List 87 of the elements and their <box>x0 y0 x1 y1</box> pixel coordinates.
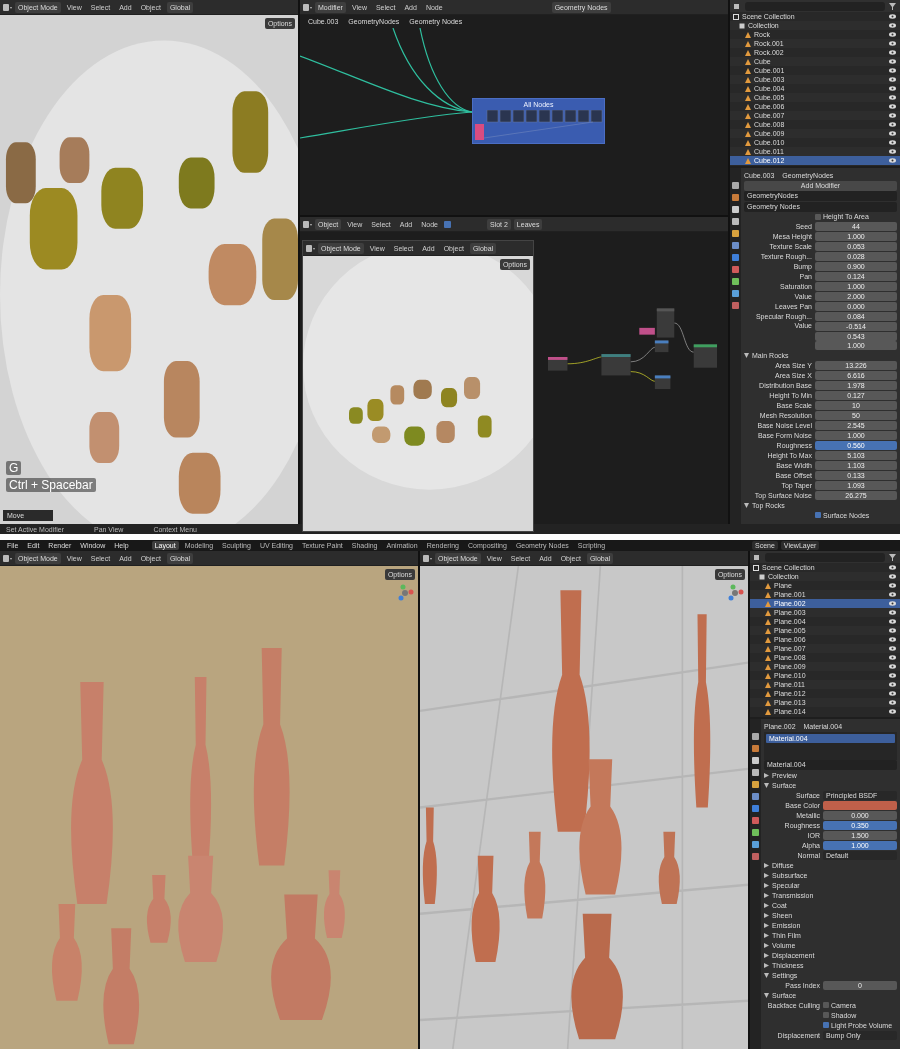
editor-type-icon[interactable] <box>303 3 312 11</box>
disclosure-arrow-icon[interactable] <box>764 872 769 878</box>
disclosure-arrow-icon[interactable] <box>764 922 769 928</box>
eye-icon[interactable] <box>889 95 896 100</box>
eye-icon[interactable] <box>889 583 896 588</box>
display-mode-icon[interactable] <box>754 553 761 561</box>
eye-icon[interactable] <box>889 628 896 633</box>
eye-icon[interactable] <box>889 691 896 696</box>
eye-icon[interactable] <box>889 86 896 91</box>
disclosure-arrow-icon[interactable] <box>764 952 769 958</box>
eye-icon[interactable] <box>889 709 896 714</box>
eye-icon[interactable] <box>889 104 896 109</box>
eye-icon[interactable] <box>889 601 896 606</box>
eye-icon[interactable] <box>889 122 896 127</box>
node-link <box>630 346 656 363</box>
editor-type-icon[interactable] <box>423 554 432 562</box>
eye-icon[interactable] <box>889 682 896 687</box>
shader-node[interactable] <box>654 340 669 353</box>
color-swatch[interactable] <box>823 800 897 810</box>
disclosure-arrow-icon[interactable] <box>764 962 769 968</box>
editor-type-icon[interactable] <box>303 220 312 228</box>
eye-icon[interactable] <box>889 113 896 118</box>
eye-icon[interactable] <box>889 140 896 145</box>
shader-node[interactable] <box>656 308 675 338</box>
navigation-gizmo-icon[interactable] <box>726 584 744 602</box>
node-link <box>567 356 602 365</box>
editor-type-icon[interactable] <box>3 554 12 562</box>
eye-icon[interactable] <box>889 149 896 154</box>
checkbox[interactable] <box>823 1022 829 1029</box>
disclosure-arrow-icon[interactable] <box>764 992 769 998</box>
checkbox[interactable] <box>815 213 821 220</box>
filter-icon[interactable] <box>889 553 896 561</box>
eye-icon[interactable] <box>889 565 896 570</box>
eye-icon[interactable] <box>889 637 896 642</box>
disclosure-arrow-icon[interactable] <box>764 932 769 938</box>
eye-icon[interactable] <box>889 664 896 669</box>
eye-icon[interactable] <box>889 68 896 73</box>
checkbox[interactable] <box>443 220 451 228</box>
eye-icon[interactable] <box>889 59 896 64</box>
disclosure-arrow-icon[interactable] <box>764 942 769 948</box>
shader-node[interactable] <box>548 357 568 371</box>
disclosure-arrow-icon[interactable] <box>764 972 769 978</box>
eye-icon[interactable] <box>889 592 896 597</box>
box-icon <box>739 22 745 29</box>
disclosure-arrow-icon[interactable] <box>764 892 769 898</box>
eye-icon[interactable] <box>889 574 896 579</box>
editor-type-icon[interactable] <box>306 244 315 252</box>
eye-icon[interactable] <box>889 32 896 37</box>
box-icon <box>753 564 759 571</box>
eye-icon[interactable] <box>889 77 896 82</box>
eye-icon[interactable] <box>889 23 896 28</box>
disclosure-arrow-icon[interactable] <box>764 782 769 788</box>
checkbox[interactable] <box>823 1012 829 1019</box>
shortcut-hint: G <box>6 461 22 475</box>
shader-node[interactable] <box>601 354 631 376</box>
disclosure-arrow-icon[interactable] <box>744 502 749 508</box>
search-field[interactable] <box>765 552 885 562</box>
eye-icon[interactable] <box>889 14 896 19</box>
disclosure-arrow-icon[interactable] <box>764 902 769 908</box>
eye-icon[interactable] <box>889 655 896 660</box>
disclosure-arrow-icon[interactable] <box>744 352 749 358</box>
eye-icon[interactable] <box>889 131 896 136</box>
disclosure-arrow-icon[interactable] <box>764 912 769 918</box>
shader-node[interactable] <box>639 327 655 335</box>
eye-icon[interactable] <box>889 619 896 624</box>
checkbox[interactable] <box>823 1002 829 1009</box>
filter-icon[interactable] <box>889 2 896 10</box>
disclosure-arrow-icon[interactable] <box>764 772 769 778</box>
eye-icon[interactable] <box>889 610 896 615</box>
checkbox[interactable] <box>815 512 821 519</box>
disclosure-arrow-icon[interactable] <box>764 862 769 868</box>
shader-node[interactable] <box>654 375 671 390</box>
disclosure-arrow-icon[interactable] <box>764 882 769 888</box>
eye-icon[interactable] <box>889 673 896 678</box>
box-icon <box>733 13 739 20</box>
display-mode-icon[interactable] <box>734 2 741 10</box>
eye-icon[interactable] <box>889 41 896 46</box>
box-icon <box>759 573 765 580</box>
node-link <box>673 322 695 353</box>
shortcut-hint: Ctrl + Spacebar <box>6 478 96 492</box>
eye-icon[interactable] <box>889 158 896 163</box>
editor-type-icon[interactable] <box>3 3 12 11</box>
node-link <box>630 371 656 382</box>
shader-node[interactable] <box>693 344 718 368</box>
eye-icon[interactable] <box>889 646 896 651</box>
eye-icon[interactable] <box>889 50 896 55</box>
eye-icon[interactable] <box>889 700 896 705</box>
